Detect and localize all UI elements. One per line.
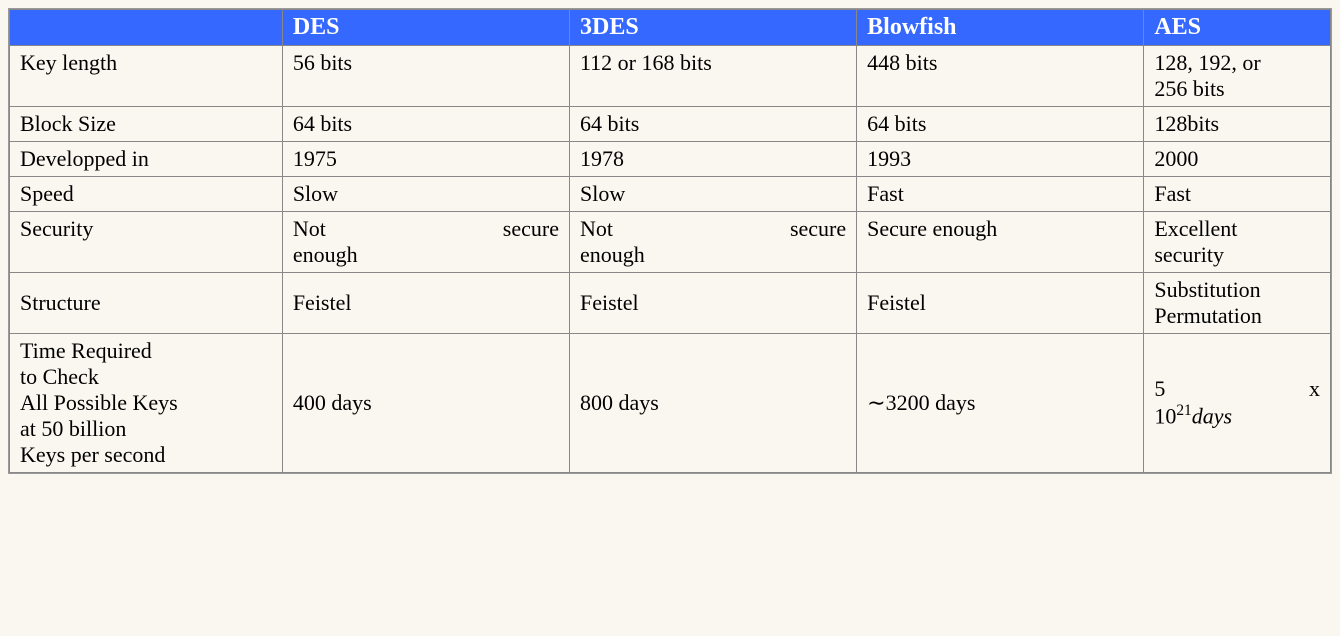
header-blowfish: Blowfish <box>857 10 1144 46</box>
cell-text: 5 x <box>1154 376 1320 402</box>
row-label-time: Time Required to Check All Possible Keys… <box>10 334 283 473</box>
table-row: Speed Slow Slow Fast Fast <box>10 177 1331 212</box>
cell-text: at 50 billion <box>20 416 272 442</box>
cell-structure-aes: Substitution Permutation <box>1144 273 1331 334</box>
cell-text: enough <box>580 242 846 268</box>
cell-developed-blowfish: 1993 <box>857 142 1144 177</box>
cell-keylength-3des: 112 or 168 bits <box>569 46 856 107</box>
cell-security-des: Not secure enough <box>282 212 569 273</box>
row-label-structure: Structure <box>10 273 283 334</box>
cell-structure-des: Feistel <box>282 273 569 334</box>
cell-text-part: Not <box>293 216 326 241</box>
cell-security-aes: Excellent security <box>1144 212 1331 273</box>
header-des: DES <box>282 10 569 46</box>
cell-developed-3des: 1978 <box>569 142 856 177</box>
cell-text: to Check <box>20 364 272 390</box>
row-label-keylength: Key length <box>10 46 283 107</box>
cell-time-3des: 800 days <box>569 334 856 473</box>
cell-text-part: 10 <box>1154 404 1176 429</box>
cell-structure-3des: Feistel <box>569 273 856 334</box>
cell-text: Time Required <box>20 338 272 364</box>
cell-text: Permutation <box>1154 303 1320 329</box>
cell-text-part: secure <box>503 216 559 241</box>
cell-security-3des: Not secure enough <box>569 212 856 273</box>
cell-time-aes: 5 x 1021days <box>1144 334 1331 473</box>
cell-text-part: 5 <box>1154 376 1165 401</box>
cell-text: All Possible Keys <box>20 390 272 416</box>
table-row: Developped in 1975 1978 1993 2000 <box>10 142 1331 177</box>
table-row: Time Required to Check All Possible Keys… <box>10 334 1331 473</box>
cell-text: 1021days <box>1154 402 1320 429</box>
cell-exponent: 21 <box>1176 402 1191 419</box>
cell-blocksize-3des: 64 bits <box>569 107 856 142</box>
table-row: Key length 56 bits 112 or 168 bits 448 b… <box>10 46 1331 107</box>
cell-security-blowfish: Secure enough <box>857 212 1144 273</box>
cell-speed-des: Slow <box>282 177 569 212</box>
cell-text: security <box>1154 242 1320 268</box>
header-empty <box>10 10 283 46</box>
cell-text-part: secure <box>790 216 846 241</box>
cell-speed-aes: Fast <box>1144 177 1331 212</box>
cell-time-des: 400 days <box>282 334 569 473</box>
table-header-row: DES 3DES Blowfish AES <box>10 10 1331 46</box>
cell-text: Not secure <box>293 216 559 242</box>
cell-text-part: x <box>1309 376 1320 401</box>
cell-structure-blowfish: Feistel <box>857 273 1144 334</box>
cell-speed-blowfish: Fast <box>857 177 1144 212</box>
cell-keylength-des: 56 bits <box>282 46 569 107</box>
cell-blocksize-blowfish: 64 bits <box>857 107 1144 142</box>
cell-blocksize-des: 64 bits <box>282 107 569 142</box>
cell-developed-des: 1975 <box>282 142 569 177</box>
cell-text: Not secure <box>580 216 846 242</box>
comparison-table-wrapper: DES 3DES Blowfish AES Key length 56 bits… <box>8 8 1332 474</box>
cell-speed-3des: Slow <box>569 177 856 212</box>
cell-keylength-blowfish: 448 bits <box>857 46 1144 107</box>
cell-text-part: days <box>1192 404 1232 429</box>
cell-text: 256 bits <box>1154 76 1320 102</box>
table-row: Structure Feistel Feistel Feistel Substi… <box>10 273 1331 334</box>
cell-text: enough <box>293 242 559 268</box>
row-label-speed: Speed <box>10 177 283 212</box>
table-row: Security Not secure enough Not secure en… <box>10 212 1331 273</box>
cell-text: Substitution <box>1154 277 1320 303</box>
row-label-developed: Developped in <box>10 142 283 177</box>
header-3des: 3DES <box>569 10 856 46</box>
cell-blocksize-aes: 128bits <box>1144 107 1331 142</box>
row-label-security: Security <box>10 212 283 273</box>
cell-text: 128, 192, or <box>1154 50 1320 76</box>
table-row: Block Size 64 bits 64 bits 64 bits 128bi… <box>10 107 1331 142</box>
cell-developed-aes: 2000 <box>1144 142 1331 177</box>
cell-text: Keys per second <box>20 442 272 468</box>
row-label-blocksize: Block Size <box>10 107 283 142</box>
comparison-table: DES 3DES Blowfish AES Key length 56 bits… <box>9 9 1331 473</box>
cell-keylength-aes: 128, 192, or 256 bits <box>1144 46 1331 107</box>
header-aes: AES <box>1144 10 1331 46</box>
cell-time-blowfish: ∼3200 days <box>857 334 1144 473</box>
cell-text: Excellent <box>1154 216 1320 242</box>
cell-text-part: Not <box>580 216 613 241</box>
